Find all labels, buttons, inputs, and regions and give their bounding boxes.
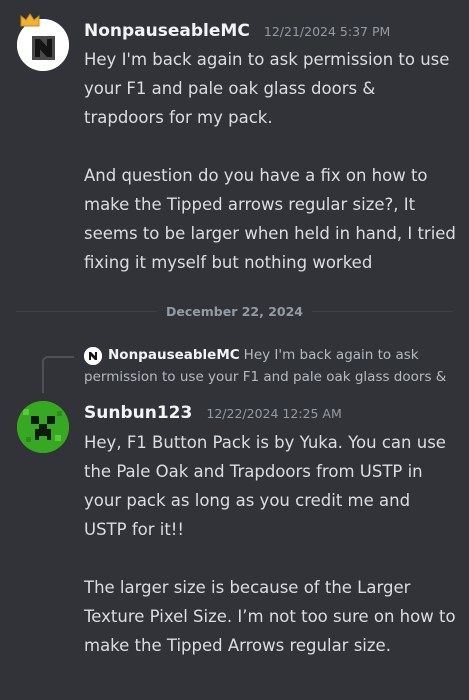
timestamp[interactable]: 12/22/2024 12:25 AM — [206, 406, 341, 421]
timestamp[interactable]: 12/21/2024 5:37 PM — [264, 24, 390, 39]
message-paragraph: And question do you have a fix on how to… — [84, 166, 456, 272]
message-content: Hey, F1 Button Pack is by Yuka. You can … — [84, 428, 456, 660]
sunbun-avatar[interactable] — [17, 401, 69, 453]
message-paragraph: Hey I'm back again to ask permission to … — [84, 50, 450, 127]
username[interactable]: NonpauseableMC — [84, 21, 250, 41]
message-content: Hey I'm back again to ask permission to … — [84, 45, 456, 277]
message-header: NonpauseableMC 12/21/2024 5:37 PM — [84, 21, 390, 41]
message-paragraph: The larger size is because of the Larger… — [84, 578, 456, 655]
reply-username[interactable]: NonpauseableMC — [108, 347, 240, 363]
date-divider: December 22, 2024 — [16, 299, 453, 323]
reply-spine — [42, 356, 74, 393]
username[interactable]: Sunbun123 — [84, 403, 192, 423]
divider-line — [16, 310, 157, 312]
divider-line — [312, 310, 453, 312]
message-paragraph: Hey, F1 Button Pack is by Yuka. You can … — [84, 433, 446, 539]
crown-icon — [20, 13, 40, 27]
creeper-icon — [17, 401, 69, 453]
date-divider-label: December 22, 2024 — [166, 303, 303, 319]
message-header: Sunbun123 12/22/2024 12:25 AM — [84, 403, 342, 423]
reply-preview[interactable]: NonpauseableMC Hey I'm back again to ask … — [84, 345, 459, 388]
